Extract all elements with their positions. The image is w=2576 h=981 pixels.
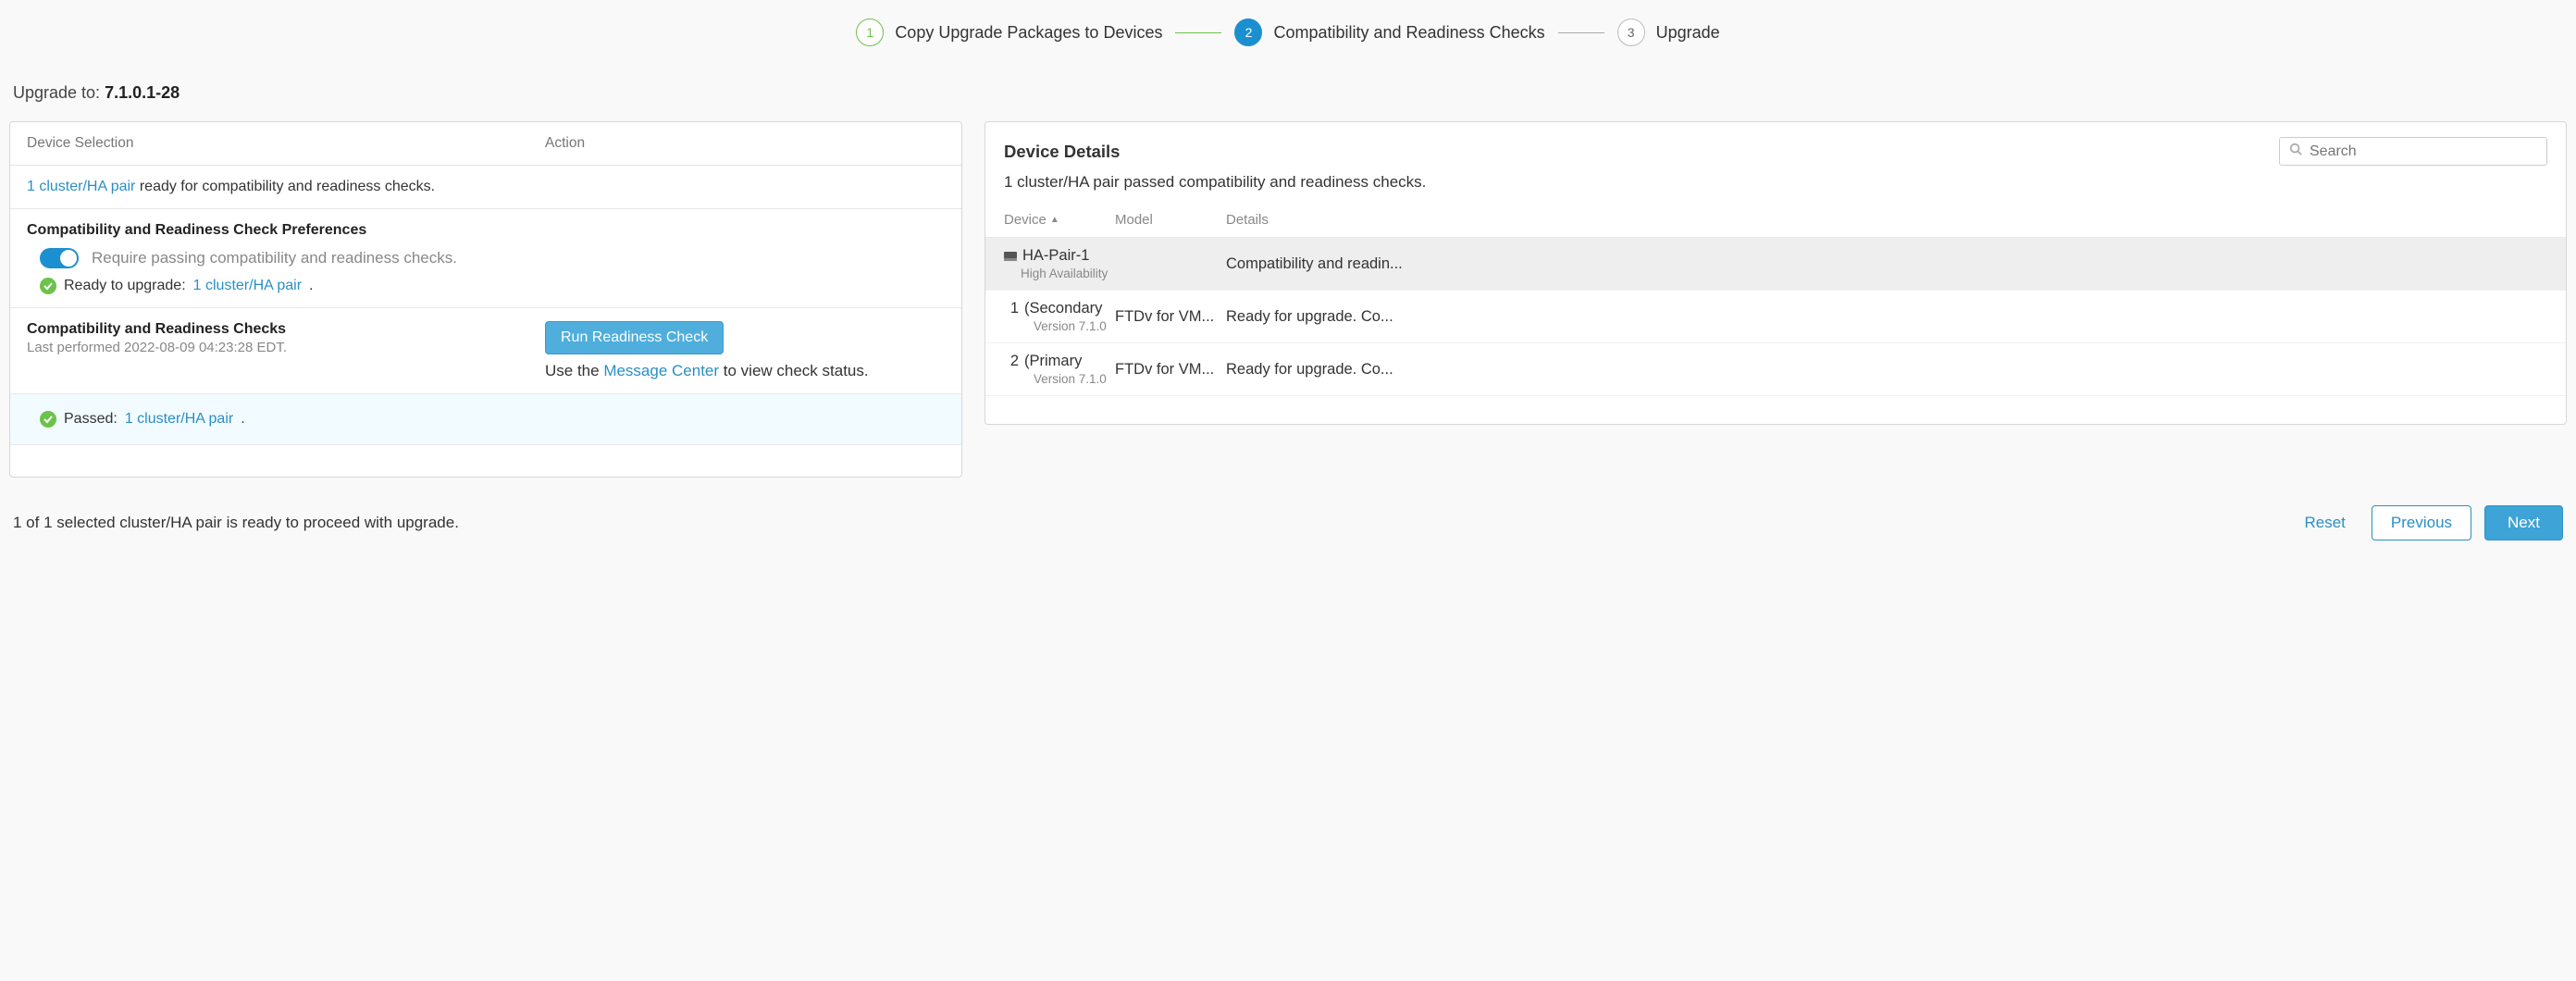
- upgrade-to-prefix: Upgrade to:: [13, 83, 105, 102]
- footer-status: 1 of 1 selected cluster/HA pair is ready…: [13, 514, 459, 532]
- device-row-model: FTDv for VM...: [1115, 308, 1226, 326]
- col-device-label: Device: [1004, 212, 1046, 228]
- step-2[interactable]: 2 Compatibility and Readiness Checks: [1234, 19, 1544, 46]
- upgrade-to-version: 7.1.0.1-28: [105, 83, 180, 102]
- device-selection-header: Device Selection Action: [10, 122, 961, 166]
- device-details-title: Device Details: [1004, 142, 1120, 162]
- next-button[interactable]: Next: [2484, 505, 2563, 540]
- readiness-checks-title: Compatibility and Readiness Checks: [27, 321, 545, 338]
- wizard-footer: 1 of 1 selected cluster/HA pair is ready…: [9, 505, 2567, 550]
- sort-asc-icon: ▲: [1050, 215, 1059, 225]
- step-connector-1: [1175, 32, 1221, 33]
- check-icon: [40, 278, 56, 294]
- device-selection-panel: Device Selection Action 1 cluster/HA pai…: [9, 121, 962, 478]
- cluster-ready-text: ready for compatibility and readiness ch…: [135, 179, 435, 194]
- step-1[interactable]: 1 Copy Upgrade Packages to Devices: [856, 19, 1162, 46]
- step-3-number: 3: [1617, 19, 1645, 46]
- col-details[interactable]: Details: [1226, 212, 2547, 228]
- check-preferences-row: Compatibility and Readiness Check Prefer…: [10, 209, 961, 308]
- message-center-link[interactable]: Message Center: [603, 362, 719, 379]
- ready-to-upgrade-label: Ready to upgrade:: [64, 278, 186, 294]
- device-group-row[interactable]: HA-Pair-1 High Availability Compatibilit…: [985, 238, 2566, 291]
- empty-row: [10, 445, 961, 477]
- check-icon: [40, 411, 56, 428]
- reset-button[interactable]: Reset: [2291, 506, 2358, 540]
- device-row-details: Ready for upgrade. Co...: [1226, 308, 2547, 326]
- check-prefs-title: Compatibility and Readiness Check Prefer…: [27, 222, 945, 239]
- device-row-role: (Secondary: [1024, 300, 1102, 317]
- require-passing-toggle[interactable]: [40, 248, 79, 268]
- passed-suffix: .: [241, 411, 244, 428]
- device-group-sub: High Availability: [1004, 267, 1115, 280]
- passed-row: Passed: 1 cluster/HA pair.: [10, 394, 961, 445]
- ready-for-checks-row: 1 cluster/HA pair ready for compatibilit…: [10, 166, 961, 209]
- step-1-label: Copy Upgrade Packages to Devices: [895, 23, 1162, 43]
- device-icon: [1004, 252, 1017, 261]
- readiness-checks-row: Compatibility and Readiness Checks Last …: [10, 308, 961, 394]
- wizard-stepper: 1 Copy Upgrade Packages to Devices 2 Com…: [9, 9, 2567, 83]
- device-row-role: (Primary: [1024, 353, 1082, 370]
- ready-to-upgrade-suffix: .: [309, 278, 313, 294]
- device-search-input[interactable]: [2310, 143, 2537, 160]
- col-device-selection: Device Selection: [27, 135, 545, 152]
- require-passing-label: Require passing compatibility and readin…: [92, 249, 457, 267]
- device-details-panel: Device Details 1 cluster/HA pair passed …: [985, 121, 2567, 425]
- device-row[interactable]: 2 (Primary Version 7.1.0 FTDv for VM... …: [985, 343, 2566, 396]
- message-center-pre: Use the: [545, 362, 603, 379]
- device-row-model: FTDv for VM...: [1115, 361, 1226, 379]
- device-row-num: 2: [1004, 353, 1019, 370]
- device-search-box[interactable]: [2279, 137, 2547, 166]
- message-center-post: to view check status.: [719, 362, 869, 379]
- device-details-summary: 1 cluster/HA pair passed compatibility a…: [985, 173, 2566, 203]
- toggle-knob: [60, 250, 77, 267]
- device-row-details: Ready for upgrade. Co...: [1226, 361, 2547, 379]
- step-3-label: Upgrade: [1656, 23, 1720, 43]
- device-row-version: Version 7.1.0: [1004, 319, 1115, 333]
- cluster-ready-link[interactable]: 1 cluster/HA pair: [27, 179, 135, 194]
- device-table-header: Device ▲ Model Details: [985, 203, 2566, 238]
- step-3[interactable]: 3 Upgrade: [1617, 19, 1720, 46]
- run-readiness-check-button[interactable]: Run Readiness Check: [545, 321, 724, 354]
- col-device[interactable]: Device ▲: [1004, 212, 1115, 228]
- step-connector-2: [1558, 32, 1604, 33]
- step-2-label: Compatibility and Readiness Checks: [1273, 23, 1544, 43]
- step-2-number: 2: [1234, 19, 1262, 46]
- device-row-version: Version 7.1.0: [1004, 372, 1115, 386]
- previous-button[interactable]: Previous: [2372, 505, 2471, 540]
- readiness-last-performed: Last performed 2022-08-09 04:23:28 EDT.: [27, 340, 545, 355]
- device-row[interactable]: 1 (Secondary Version 7.1.0 FTDv for VM..…: [985, 291, 2566, 343]
- upgrade-to-line: Upgrade to: 7.1.0.1-28: [13, 83, 2567, 103]
- col-action: Action: [545, 135, 945, 152]
- passed-link[interactable]: 1 cluster/HA pair: [125, 411, 233, 428]
- device-group-details: Compatibility and readin...: [1226, 255, 2547, 273]
- passed-prefix: Passed:: [64, 411, 118, 428]
- device-group-name: HA-Pair-1: [1022, 247, 1089, 265]
- step-1-number: 1: [856, 19, 884, 46]
- col-model[interactable]: Model: [1115, 212, 1226, 228]
- search-icon: [2289, 143, 2302, 160]
- device-row-num: 1: [1004, 300, 1019, 317]
- ready-to-upgrade-link[interactable]: 1 cluster/HA pair: [193, 278, 302, 294]
